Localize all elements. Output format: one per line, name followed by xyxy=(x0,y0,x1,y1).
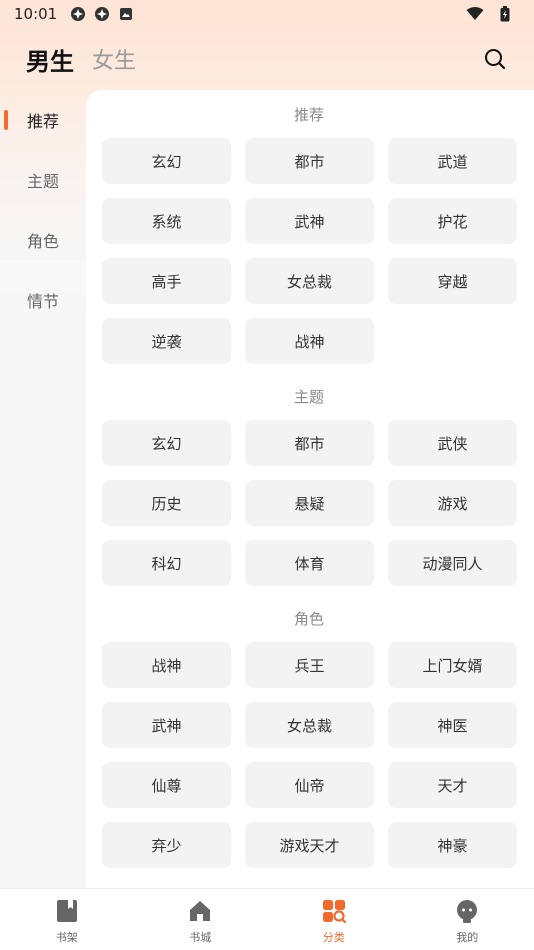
nav-label: 分类 xyxy=(322,931,345,944)
tag-grid-theme: 玄幻 都市 武侠 历史 悬疑 游戏 科幻 体育 动漫同人 xyxy=(102,420,517,586)
battery-icon xyxy=(496,5,514,23)
sidebar-item-label: 角色 xyxy=(27,232,60,251)
nav-bookstore[interactable]: 书城 xyxy=(134,889,268,950)
tag-button[interactable]: 武神 xyxy=(102,702,231,748)
tag-button[interactable]: 游戏天才 xyxy=(245,822,374,868)
tag-button[interactable]: 弃少 xyxy=(102,822,231,868)
tag-button[interactable]: 高手 xyxy=(102,258,231,304)
tag-button[interactable]: 女总裁 xyxy=(245,702,374,748)
section-title-recommend: 推荐 xyxy=(293,105,324,124)
tag-grid-recommend: 玄幻 都市 武道 系统 武神 护花 高手 女总裁 穿越 逆袭 战神 xyxy=(102,138,517,364)
status-time: 10:01 xyxy=(14,5,58,23)
status-bar: 10:01 xyxy=(0,0,534,28)
sidebar-item-label: 情节 xyxy=(27,292,60,311)
tag-button[interactable]: 穿越 xyxy=(388,258,517,304)
sidebar-item-label: 推荐 xyxy=(27,112,60,131)
tag-button[interactable]: 逆袭 xyxy=(102,318,231,364)
tag-button[interactable]: 玄幻 xyxy=(102,420,231,466)
sidebar-item-plot[interactable]: 情节 xyxy=(0,270,86,330)
top-header: 男生 女生 xyxy=(0,36,534,82)
tag-button[interactable]: 神豪 xyxy=(388,822,517,868)
home-icon xyxy=(188,899,212,923)
profile-icon xyxy=(455,899,479,923)
search-button[interactable] xyxy=(482,46,508,72)
nav-label: 我的 xyxy=(456,931,479,944)
tag-button[interactable]: 科幻 xyxy=(102,540,231,586)
tag-button[interactable]: 女总裁 xyxy=(245,258,374,304)
tag-button[interactable]: 动漫同人 xyxy=(388,540,517,586)
tag-button[interactable]: 都市 xyxy=(245,420,374,466)
app-notification-icon xyxy=(69,5,87,23)
tag-button[interactable]: 游戏 xyxy=(388,480,517,526)
tab-male[interactable]: 男生 xyxy=(26,42,74,77)
tab-female[interactable]: 女生 xyxy=(92,43,136,75)
sidebar-item-role[interactable]: 角色 xyxy=(0,210,86,270)
tag-button[interactable]: 兵王 xyxy=(245,642,374,688)
tag-grid-role: 战神 兵王 上门女婿 武神 女总裁 神医 仙尊 仙帝 天才 弃少 游戏天才 神豪 xyxy=(102,642,517,868)
nav-bookshelf[interactable]: 书架 xyxy=(0,889,134,950)
sidebar-item-recommend[interactable]: 推荐 xyxy=(0,90,86,150)
section-title-role: 角色 xyxy=(293,609,324,628)
tag-button[interactable]: 武侠 xyxy=(388,420,517,466)
tag-button[interactable]: 战神 xyxy=(102,642,231,688)
tag-button[interactable]: 仙帝 xyxy=(245,762,374,808)
tag-button[interactable]: 系统 xyxy=(102,198,231,244)
tag-button[interactable]: 上门女婿 xyxy=(388,642,517,688)
tag-button[interactable]: 天才 xyxy=(388,762,517,808)
nav-label: 书城 xyxy=(189,931,212,944)
category-content[interactable]: 推荐 玄幻 都市 武道 系统 武神 护花 高手 女总裁 穿越 逆袭 战神 主题 … xyxy=(86,90,534,888)
tag-button[interactable]: 都市 xyxy=(245,138,374,184)
search-icon xyxy=(485,49,506,70)
category-icon xyxy=(322,899,346,923)
tag-button[interactable]: 武神 xyxy=(245,198,374,244)
section-title-theme: 主题 xyxy=(293,387,324,406)
tag-button[interactable]: 武道 xyxy=(388,138,517,184)
category-sidebar: 推荐 主题 角色 情节 xyxy=(0,90,86,888)
image-notification-icon xyxy=(117,5,135,23)
tag-button[interactable]: 护花 xyxy=(388,198,517,244)
active-indicator xyxy=(4,110,8,130)
tag-button[interactable]: 玄幻 xyxy=(102,138,231,184)
nav-category[interactable]: 分类 xyxy=(267,889,401,950)
tag-button[interactable]: 历史 xyxy=(102,480,231,526)
tag-button[interactable]: 体育 xyxy=(245,540,374,586)
bookshelf-icon xyxy=(55,899,79,923)
tag-button[interactable]: 悬疑 xyxy=(245,480,374,526)
nav-label: 书架 xyxy=(55,931,78,944)
wifi-icon xyxy=(466,5,484,23)
tag-button[interactable]: 神医 xyxy=(388,702,517,748)
tag-button[interactable]: 战神 xyxy=(245,318,374,364)
nav-profile[interactable]: 我的 xyxy=(401,889,534,950)
tag-button[interactable]: 仙尊 xyxy=(102,762,231,808)
sidebar-item-label: 主题 xyxy=(27,172,60,191)
bottom-navigation: 书架 书城 分类 我的 xyxy=(0,888,534,950)
app-notification-icon xyxy=(93,5,111,23)
sidebar-item-theme[interactable]: 主题 xyxy=(0,150,86,210)
